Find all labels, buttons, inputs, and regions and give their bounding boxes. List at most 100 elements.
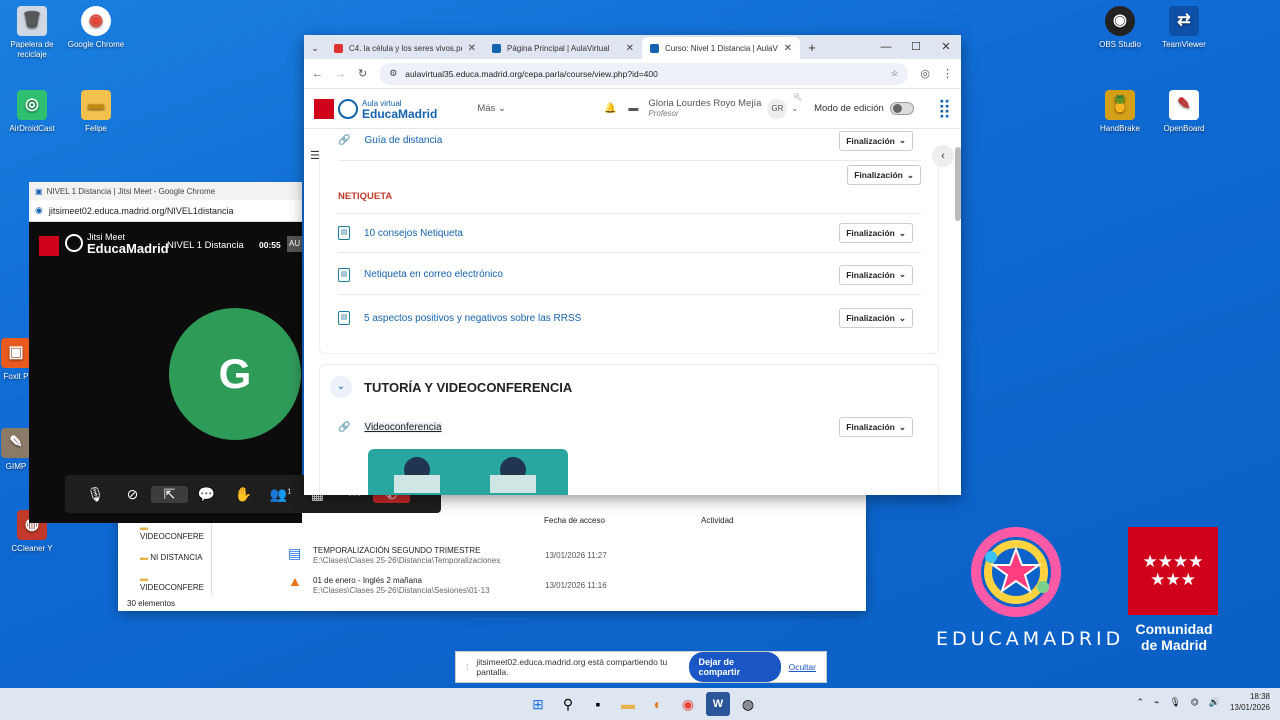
messages-icon[interactable]: ▬	[628, 103, 638, 114]
activity-5-aspectos[interactable]: ▤ 5 aspectos positivos y negativos sobre…	[338, 298, 921, 338]
bookmark-star-icon[interactable]: ☆	[891, 68, 899, 79]
activity-netiqueta-correo[interactable]: ▤ Netiqueta en correo electrónico Finali…	[338, 255, 921, 295]
obs-studio-icon[interactable]: ◉ OBS Studio	[1088, 6, 1152, 50]
file-explorer-icon[interactable]: ▬	[616, 692, 640, 716]
system-tray: ⌃ ⌁ 🎙 ⏣ 🔊 18:38 13/01/2026	[1136, 691, 1270, 713]
folder-tree: ▬ VIDEOCONFERE ▬ NI DISTANCIA ▬ VIDEOCON…	[118, 519, 212, 595]
url-field[interactable]: ⚙ aulavirtual35.educa.madrid.org/cepa.pa…	[379, 62, 909, 85]
completion-dropdown[interactable]: Finalización ⌄	[839, 308, 913, 328]
completion-dropdown[interactable]: Finalización ⌄	[839, 130, 913, 151]
folder-icon: ▬	[140, 553, 148, 562]
start-icon[interactable]: ⊞	[526, 692, 550, 716]
user-avatar[interactable]: GR	[767, 98, 788, 119]
tab-pagina-principal[interactable]: Página Principal | AulaVirtual ✕	[484, 37, 642, 59]
jitsi-window: ▣ NIVEL 1 Distancia | Jitsi Meet - Googl…	[29, 182, 441, 523]
audio-badge: AU	[287, 236, 302, 252]
close-tab-icon[interactable]: ✕	[784, 43, 792, 54]
tree-folder[interactable]: ▬ VIDEOCONFERE	[118, 562, 211, 592]
edit-mode-label: Modo de edición	[814, 103, 884, 114]
folder-felipe-icon[interactable]: ▬ Felipe	[64, 90, 128, 134]
show-hidden-icons-icon[interactable]: ⌃	[1136, 697, 1144, 708]
minimize-button[interactable]: —	[871, 35, 901, 59]
edit-mode-toggle[interactable]	[889, 102, 914, 115]
participant-avatar[interactable]: G	[169, 308, 301, 440]
educamadrid-logo: EDUCAMADRID	[936, 527, 1120, 657]
file-row[interactable]: ▤	[288, 545, 301, 562]
activity-videoconferencia[interactable]: 🔗 Videoconferencia Finalización ⌄	[338, 407, 921, 447]
section-collapse-chevron-icon[interactable]: ⌄	[330, 376, 352, 398]
teamviewer-icon[interactable]: ⇄ TeamViewer	[1152, 6, 1216, 50]
chrome-menu-icon[interactable]: ⋮	[942, 67, 953, 80]
forward-icon[interactable]: →	[335, 68, 346, 80]
maximize-button[interactable]: ☐	[901, 35, 931, 59]
close-window-button[interactable]: ✕	[931, 35, 961, 59]
recycle-bin-icon[interactable]: 🗑 Papelera de reciclaje	[0, 6, 64, 60]
activity-10-consejos[interactable]: ▤ 10 consejos Netiqueta Finalización ⌄	[338, 213, 921, 253]
drag-handle-icon[interactable]: ⁞	[466, 662, 468, 672]
madrid-flag-icon	[39, 236, 59, 256]
user-menu-chevron-icon[interactable]: ⌄	[791, 104, 798, 113]
section-completion-dropdown[interactable]: Finalización ⌄	[847, 165, 921, 185]
taskbar: ⊞ ⚲ ▪ ▬ ◐ ◉ W ◍ ⌃ ⌁ 🎙 ⏣ 🔊 18:38 13/01/20…	[0, 688, 1280, 720]
tab-pdf[interactable]: C4. la célula y los seres vivos.pdf ✕	[326, 37, 484, 59]
microphone-icon[interactable]: 🎙	[77, 486, 114, 503]
madrid-flag-icon	[314, 98, 334, 119]
clock[interactable]: 18:38 13/01/2026	[1230, 691, 1270, 713]
site-info-icon: ◉	[35, 205, 43, 215]
aulavirtual-logo[interactable]: Aula virtual EducaMadrid	[362, 99, 437, 120]
site-settings-icon[interactable]: ⚙	[389, 68, 397, 79]
completion-dropdown[interactable]: Finalización ⌄	[839, 223, 913, 243]
col-date-header[interactable]: Fecha de acceso	[544, 516, 605, 525]
section-tutoria-title: TUTORÍA Y VIDEOCONFERENCIA	[364, 380, 573, 395]
participants-icon[interactable]: 👥1	[262, 486, 299, 503]
firefox-icon[interactable]: ◐	[646, 692, 670, 716]
network-icon[interactable]: ⌁	[1154, 697, 1159, 708]
volume-icon[interactable]: 🔊	[1209, 697, 1220, 708]
back-icon[interactable]: ←	[312, 68, 323, 80]
more-menu[interactable]: Más ⌄	[477, 103, 506, 114]
task-view-icon[interactable]: ▪	[586, 692, 610, 716]
stop-sharing-button[interactable]: Dejar de compartir	[688, 652, 781, 682]
tree-folder[interactable]: ▬ NI DISTANCIA	[118, 541, 211, 562]
mic-icon[interactable]: 🎙	[1169, 697, 1180, 708]
notifications-bell-icon[interactable]: 🔔	[604, 103, 616, 114]
apps-grid-icon[interactable]: ⣿	[938, 98, 951, 119]
jitsi-titlebar[interactable]: ▣ NIVEL 1 Distancia | Jitsi Meet - Googl…	[29, 182, 302, 200]
item-count: 30 elementos	[127, 599, 176, 608]
raise-hand-icon[interactable]: ✋	[225, 486, 262, 503]
file-row-text[interactable]: 01 de enero - Inglés 2 mañana E:\Clases\…	[313, 576, 490, 596]
screen-share-icon[interactable]: ⇱	[151, 485, 188, 503]
hide-link[interactable]: Ocultar	[789, 662, 816, 672]
completion-dropdown[interactable]: Finalización ⌄	[839, 417, 913, 437]
mouse-cursor-icon: ↖	[793, 90, 804, 104]
meeting-timer: 00:55	[259, 240, 281, 250]
handbrake-icon[interactable]: 🍍 HandBrake	[1088, 90, 1152, 134]
airdroidcast-icon[interactable]: ◎ AirDroidCast	[0, 90, 64, 134]
search-icon[interactable]: ⚲	[556, 692, 580, 716]
openboard-icon[interactable]: ✎ OpenBoard	[1152, 90, 1216, 134]
user-info[interactable]: Gloria Lourdes Royo Mejía Profesor	[648, 98, 761, 119]
completion-dropdown[interactable]: Finalización ⌄	[839, 264, 913, 285]
file-row-text[interactable]: TEMPORALIZACIÓN SEGUNDO TRIMESTRE E:\Cla…	[313, 546, 500, 566]
chrome-desktop-icon[interactable]: ◉ Google Chrome	[64, 6, 128, 50]
obs-icon[interactable]: ◍	[736, 692, 760, 716]
chat-icon[interactable]: 💬	[188, 486, 225, 503]
reload-icon[interactable]: ↻	[358, 67, 367, 80]
scrollbar-thumb[interactable]	[955, 147, 961, 221]
aulavirtual-logo-icon	[338, 98, 358, 119]
tab-search-icon[interactable]: ⌄	[304, 37, 326, 59]
tab-strip: ⌄ C4. la célula y los seres vivos.pdf ✕ …	[304, 35, 961, 59]
wifi-icon[interactable]: ⏣	[1191, 697, 1199, 708]
col-activity-header[interactable]: Actividad	[701, 516, 733, 525]
new-tab-button[interactable]: +	[800, 37, 824, 59]
chrome-icon[interactable]: ◉	[676, 692, 700, 716]
tab-curso-nivel1[interactable]: Curso: Nivel 1 Distancia | AulaVirt ✕	[642, 37, 800, 59]
word-icon[interactable]: W	[706, 692, 730, 716]
chevron-down-icon: ⌄	[898, 135, 906, 145]
camera-off-icon[interactable]: ⊘	[114, 486, 151, 503]
close-tab-icon[interactable]: ✕	[468, 43, 476, 54]
file-resource-icon: ▤	[338, 267, 350, 282]
jitsi-url-bar[interactable]: ◉ jitsimeet02.educa.madrid.org/NIVEL1dis…	[29, 200, 302, 222]
close-tab-icon[interactable]: ✕	[626, 43, 634, 54]
profile-icon[interactable]: ◎	[920, 67, 930, 80]
